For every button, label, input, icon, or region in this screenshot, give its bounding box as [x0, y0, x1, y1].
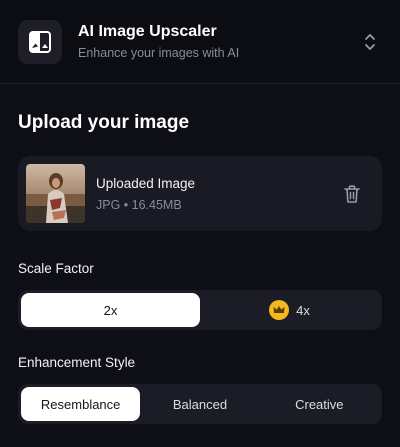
app-title: AI Image Upscaler [78, 23, 217, 40]
uploaded-file-card: Uploaded Image JPG • 16.45MB [18, 156, 382, 231]
style-option-label: Creative [295, 396, 344, 412]
scale-option-4x[interactable]: 4x [200, 293, 379, 327]
style-option-creative[interactable]: Creative [260, 387, 379, 421]
file-name: Uploaded Image [96, 175, 196, 191]
upload-section-title: Upload your image [18, 112, 190, 133]
crown-icon [269, 300, 290, 320]
image-compare-icon [18, 19, 62, 64]
scale-option-label: 2x [103, 302, 118, 318]
scale-factor-selector: 2x 4x [18, 290, 382, 330]
trash-icon[interactable] [336, 178, 368, 210]
style-option-balanced[interactable]: Balanced [140, 387, 259, 421]
image-thumbnail [26, 164, 85, 223]
enhancement-style-selector: Resemblance Balanced Creative [18, 384, 382, 424]
enhancement-style-label: Enhancement Style [18, 355, 136, 370]
chevron-up-down-icon[interactable] [360, 30, 380, 54]
app-header: AI Image Upscaler Enhance your images wi… [0, 0, 400, 84]
app-subtitle: Enhance your images with AI [78, 46, 240, 60]
style-option-label: Balanced [172, 396, 228, 412]
scale-option-2x[interactable]: 2x [21, 293, 200, 327]
style-option-resemblance[interactable]: Resemblance [21, 387, 141, 421]
file-meta: JPG • 16.45MB [96, 197, 182, 212]
style-option-label: Resemblance [40, 396, 121, 412]
scale-factor-label: Scale Factor [18, 261, 94, 276]
scale-option-label: 4x [296, 302, 310, 318]
